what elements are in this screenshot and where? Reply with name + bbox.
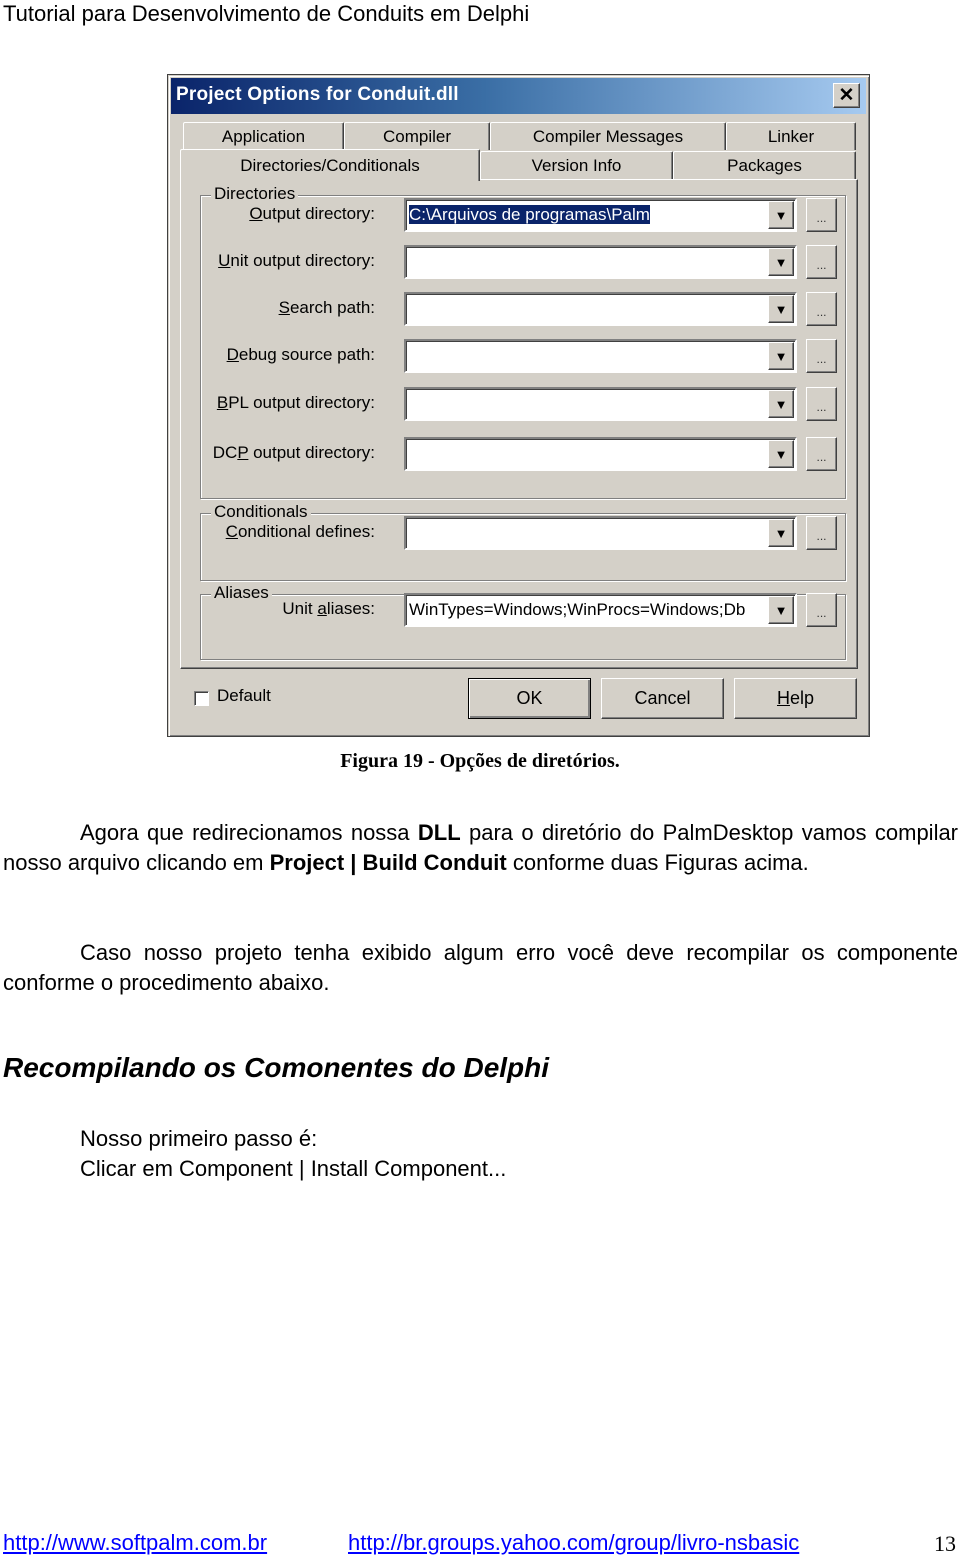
dropdown-arrow-icon[interactable]: ▼ <box>768 519 794 547</box>
p1-text-3: conforme duas Figuras acima. <box>506 850 809 875</box>
directories-conditionals-panel: Directories Conditionals Aliases Output … <box>180 179 858 669</box>
conditional-defines-browse-button[interactable]: ... <box>806 516 837 550</box>
bpl-output-directory-label: BPL output directory: <box>216 393 375 412</box>
cancel-button[interactable]: Cancel <box>601 678 724 719</box>
dialog-title: Project Options for Conduit.dll <box>176 84 459 105</box>
debug-source-path-combo[interactable]: ▼ <box>404 339 797 373</box>
conditionals-group-label: Conditionals <box>211 502 311 522</box>
debug-source-path-browse-button[interactable]: ... <box>806 339 837 373</box>
unit-aliases-label: Unit aliases: <box>282 599 375 618</box>
search-path-browse-button[interactable]: ... <box>806 292 837 326</box>
dropdown-arrow-icon[interactable]: ▼ <box>768 390 794 418</box>
conditional-defines-combo[interactable]: ▼ <box>404 516 797 550</box>
tab-application[interactable]: Application <box>183 122 344 150</box>
unit-aliases-browse-button[interactable]: ... <box>806 593 837 627</box>
directories-group-label: Directories <box>211 184 299 204</box>
output-directory-browse-button[interactable]: ... <box>806 198 837 232</box>
unit-output-directory-combo[interactable]: ▼ <box>404 245 797 279</box>
help-accel-key: H <box>776 688 790 708</box>
output-directory-value[interactable]: C:\Arquivos de programas\Palm <box>409 205 765 225</box>
figure-caption: Figura 19 - Opções de diretórios. <box>0 750 960 773</box>
figure-caption-text: Figura 19 - Opções de diretórios. <box>340 750 620 772</box>
dropdown-arrow-icon[interactable]: ▼ <box>768 342 794 370</box>
page-number: 13 <box>934 1531 956 1556</box>
default-checkbox-label[interactable]: Default <box>217 686 271 706</box>
close-button[interactable]: ✕ <box>833 83 860 108</box>
dialog-titlebar[interactable]: Project Options for Conduit.dll ✕ <box>171 78 866 114</box>
unit-output-directory-label: Unit output directory: <box>218 251 375 270</box>
tab-compiler[interactable]: Compiler <box>344 122 490 150</box>
dropdown-arrow-icon[interactable]: ▼ <box>768 596 794 624</box>
tab-version-info[interactable]: Version Info <box>480 151 673 179</box>
tab-compiler-messages[interactable]: Compiler Messages <box>490 122 726 150</box>
close-icon: ✕ <box>838 85 855 106</box>
dcp-output-directory-browse-button[interactable]: ... <box>806 437 837 471</box>
project-options-dialog: Project Options for Conduit.dll ✕ Applic… <box>167 74 870 737</box>
unit-output-directory-browse-button[interactable]: ... <box>806 245 837 279</box>
dropdown-arrow-icon[interactable]: ▼ <box>768 248 794 276</box>
p1-bold-dll: DLL <box>417 820 461 845</box>
tab-linker[interactable]: Linker <box>726 122 856 150</box>
bpl-output-directory-combo[interactable]: ▼ <box>404 387 797 421</box>
step-2: Clicar em Component | Install Component.… <box>80 1156 507 1181</box>
ok-button[interactable]: OK <box>468 678 591 719</box>
paragraph-1: Agora que redirecionamos nossa DLL para … <box>3 818 958 878</box>
tab-packages[interactable]: Packages <box>673 151 856 179</box>
conditional-defines-label: Conditional defines: <box>225 522 375 541</box>
tab-directories-conditionals[interactable]: Directories/Conditionals <box>180 149 480 181</box>
output-directory-label: Output directory: <box>249 204 375 223</box>
help-button[interactable]: Help <box>734 678 857 719</box>
section-title: Recompilando os Comonentes do Delphi <box>3 1052 550 1083</box>
help-label-rest: elp <box>789 688 815 708</box>
output-directory-combo[interactable]: C:\Arquivos de programas\Palm ▼ <box>404 198 797 232</box>
dropdown-arrow-icon[interactable]: ▼ <box>768 295 794 323</box>
p2-text: Caso nosso projeto tenha exibido algum e… <box>3 940 958 995</box>
aliases-group-label: Aliases <box>211 583 272 603</box>
unit-aliases-combo[interactable]: WinTypes=Windows;WinProcs=Windows;Db ▼ <box>404 593 797 627</box>
footer-link-yahoo-group[interactable]: http://br.groups.yahoo.com/group/livro-n… <box>348 1530 799 1556</box>
bpl-output-directory-browse-button[interactable]: ... <box>806 387 837 421</box>
search-path-combo[interactable]: ▼ <box>404 292 797 326</box>
footer-link-softpalm[interactable]: http://www.softpalm.com.br <box>3 1530 267 1556</box>
page-header: Tutorial para Desenvolvimento de Conduit… <box>3 1 530 26</box>
dcp-output-directory-combo[interactable]: ▼ <box>404 437 797 471</box>
unit-aliases-value[interactable]: WinTypes=Windows;WinProcs=Windows;Db <box>409 600 765 620</box>
dropdown-arrow-icon[interactable]: ▼ <box>768 440 794 468</box>
debug-source-path-label: Debug source path: <box>226 345 375 364</box>
dcp-output-directory-label: DCP output directory: <box>212 443 375 462</box>
p1-bold-menu-path: Project | Build Conduit <box>269 850 507 875</box>
search-path-label: Search path: <box>278 298 375 317</box>
default-checkbox[interactable] <box>194 691 209 706</box>
paragraph-2: Caso nosso projeto tenha exibido algum e… <box>3 938 958 998</box>
step-1: Nosso primeiro passo é: <box>80 1126 318 1151</box>
dropdown-arrow-icon[interactable]: ▼ <box>768 201 794 229</box>
p1-text-1: Agora que redirecionamos nossa <box>80 820 418 845</box>
